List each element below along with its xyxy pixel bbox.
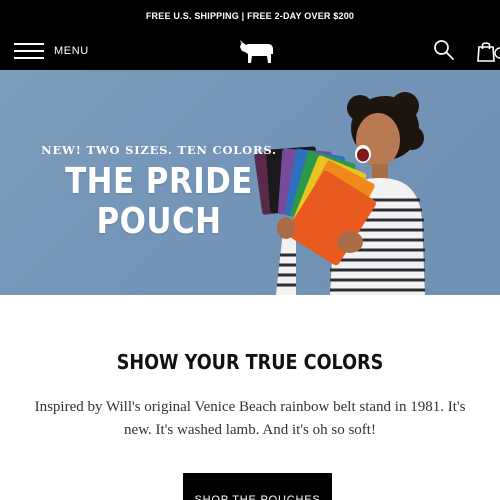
shop-pouches-button[interactable]: SHOP THE POUCHES bbox=[183, 473, 332, 500]
menu-label: MENU bbox=[54, 45, 89, 57]
bull-icon[interactable] bbox=[238, 38, 276, 64]
search-icon[interactable] bbox=[432, 38, 456, 62]
hero-kicker: NEW! TWO SIZES. TEN COLORS. bbox=[41, 143, 277, 157]
menu-button[interactable]: MENU bbox=[14, 36, 89, 66]
hero-title: THE PRIDE POUCH bbox=[57, 162, 262, 242]
hamburger-icon bbox=[14, 40, 44, 62]
section-copy: Inspired by Will's original Venice Beach… bbox=[34, 399, 466, 438]
site-header: MENU bbox=[0, 32, 500, 70]
hero-banner[interactable]: NEW! TWO SIZES. TEN COLORS. THE PRIDE PO… bbox=[0, 70, 500, 295]
shopping-bag-icon[interactable] bbox=[474, 40, 500, 62]
hero-title-line2: POUCH bbox=[96, 201, 222, 242]
promo-text: FREE U.S. SHIPPING | FREE 2-DAY OVER $20… bbox=[145, 11, 355, 21]
promo-bar: FREE U.S. SHIPPING | FREE 2-DAY OVER $20… bbox=[0, 0, 500, 32]
section-title: SHOW YOUR TRUE COLORS bbox=[116, 350, 384, 374]
hero-title-line1: THE PRIDE bbox=[65, 161, 253, 202]
